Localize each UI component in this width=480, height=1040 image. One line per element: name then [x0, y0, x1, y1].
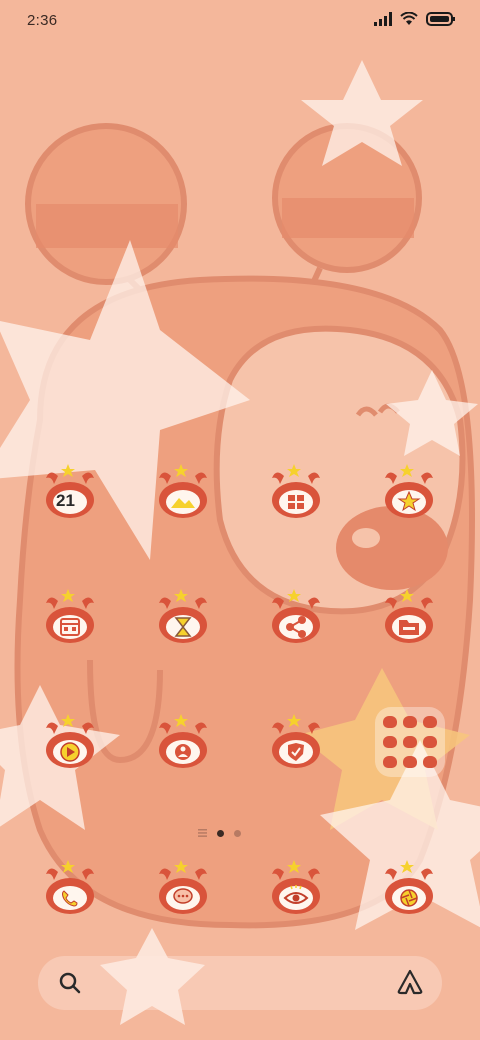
themes-app-icon[interactable] [369, 452, 449, 532]
assistant-icon[interactable] [396, 969, 424, 995]
crab-icon [159, 589, 207, 643]
status-icons [374, 12, 456, 26]
folder-mini-icon [403, 716, 417, 728]
messages-app-icon[interactable] [143, 848, 223, 928]
page-dot [234, 829, 241, 837]
crab-icon [272, 714, 320, 768]
list-lines-icon [198, 829, 207, 837]
calendar-grid-app-icon[interactable] [30, 577, 110, 657]
search-bar[interactable] [38, 956, 442, 1010]
folder-mini-icon [423, 716, 437, 728]
page-indicator[interactable] [198, 829, 241, 837]
status-bar: 2:36 [0, 0, 480, 44]
battery-icon [426, 12, 455, 26]
crab-icon [46, 589, 94, 643]
contacts-app-icon[interactable] [143, 702, 223, 782]
file-manager-app-icon[interactable] [369, 577, 449, 657]
wifi-icon [400, 12, 418, 25]
folder-app-icon[interactable] [375, 707, 445, 777]
video-app-icon[interactable] [30, 702, 110, 782]
phone-app-icon[interactable] [30, 848, 110, 928]
signal-icon [374, 12, 392, 26]
calendar-day-text: 21 [56, 491, 75, 510]
folder-mini-icon [383, 756, 397, 768]
crab-icon [159, 714, 207, 768]
crab-icon [385, 464, 433, 518]
apps-app-icon[interactable] [256, 452, 336, 532]
app-row [14, 702, 466, 782]
dock-row [14, 848, 466, 928]
browser-app-icon[interactable] [256, 848, 336, 928]
gallery-app-icon[interactable] [143, 452, 223, 532]
folder-mini-icon [423, 736, 437, 748]
crab-icon [159, 464, 207, 518]
folder-mini-icon [383, 736, 397, 748]
folder-mini-icon [403, 756, 417, 768]
clock-app-icon[interactable] [143, 577, 223, 657]
crab-icon [272, 464, 320, 518]
app-row: 21 [14, 452, 466, 532]
crab-icon [272, 860, 320, 914]
calendar-app-icon[interactable]: 21 [30, 452, 110, 532]
crab-icon [385, 860, 433, 914]
home-screen: 2:36 21 [0, 0, 480, 1040]
folder-mini-icon [383, 716, 397, 728]
app-row [14, 577, 466, 657]
folder-mini-icon [423, 756, 437, 768]
camera-app-icon[interactable] [369, 848, 449, 928]
page-dot-active [217, 829, 224, 837]
share-app-icon[interactable] [256, 577, 336, 657]
crab-icon [46, 714, 94, 768]
security-app-icon[interactable] [256, 702, 336, 782]
crab-icon [46, 860, 94, 914]
status-time: 2:36 [27, 12, 58, 29]
crab-icon [385, 589, 433, 643]
crab-icon [272, 589, 320, 643]
search-icon[interactable] [58, 971, 82, 995]
folder-mini-icon [403, 736, 417, 748]
crab-icon [159, 860, 207, 914]
